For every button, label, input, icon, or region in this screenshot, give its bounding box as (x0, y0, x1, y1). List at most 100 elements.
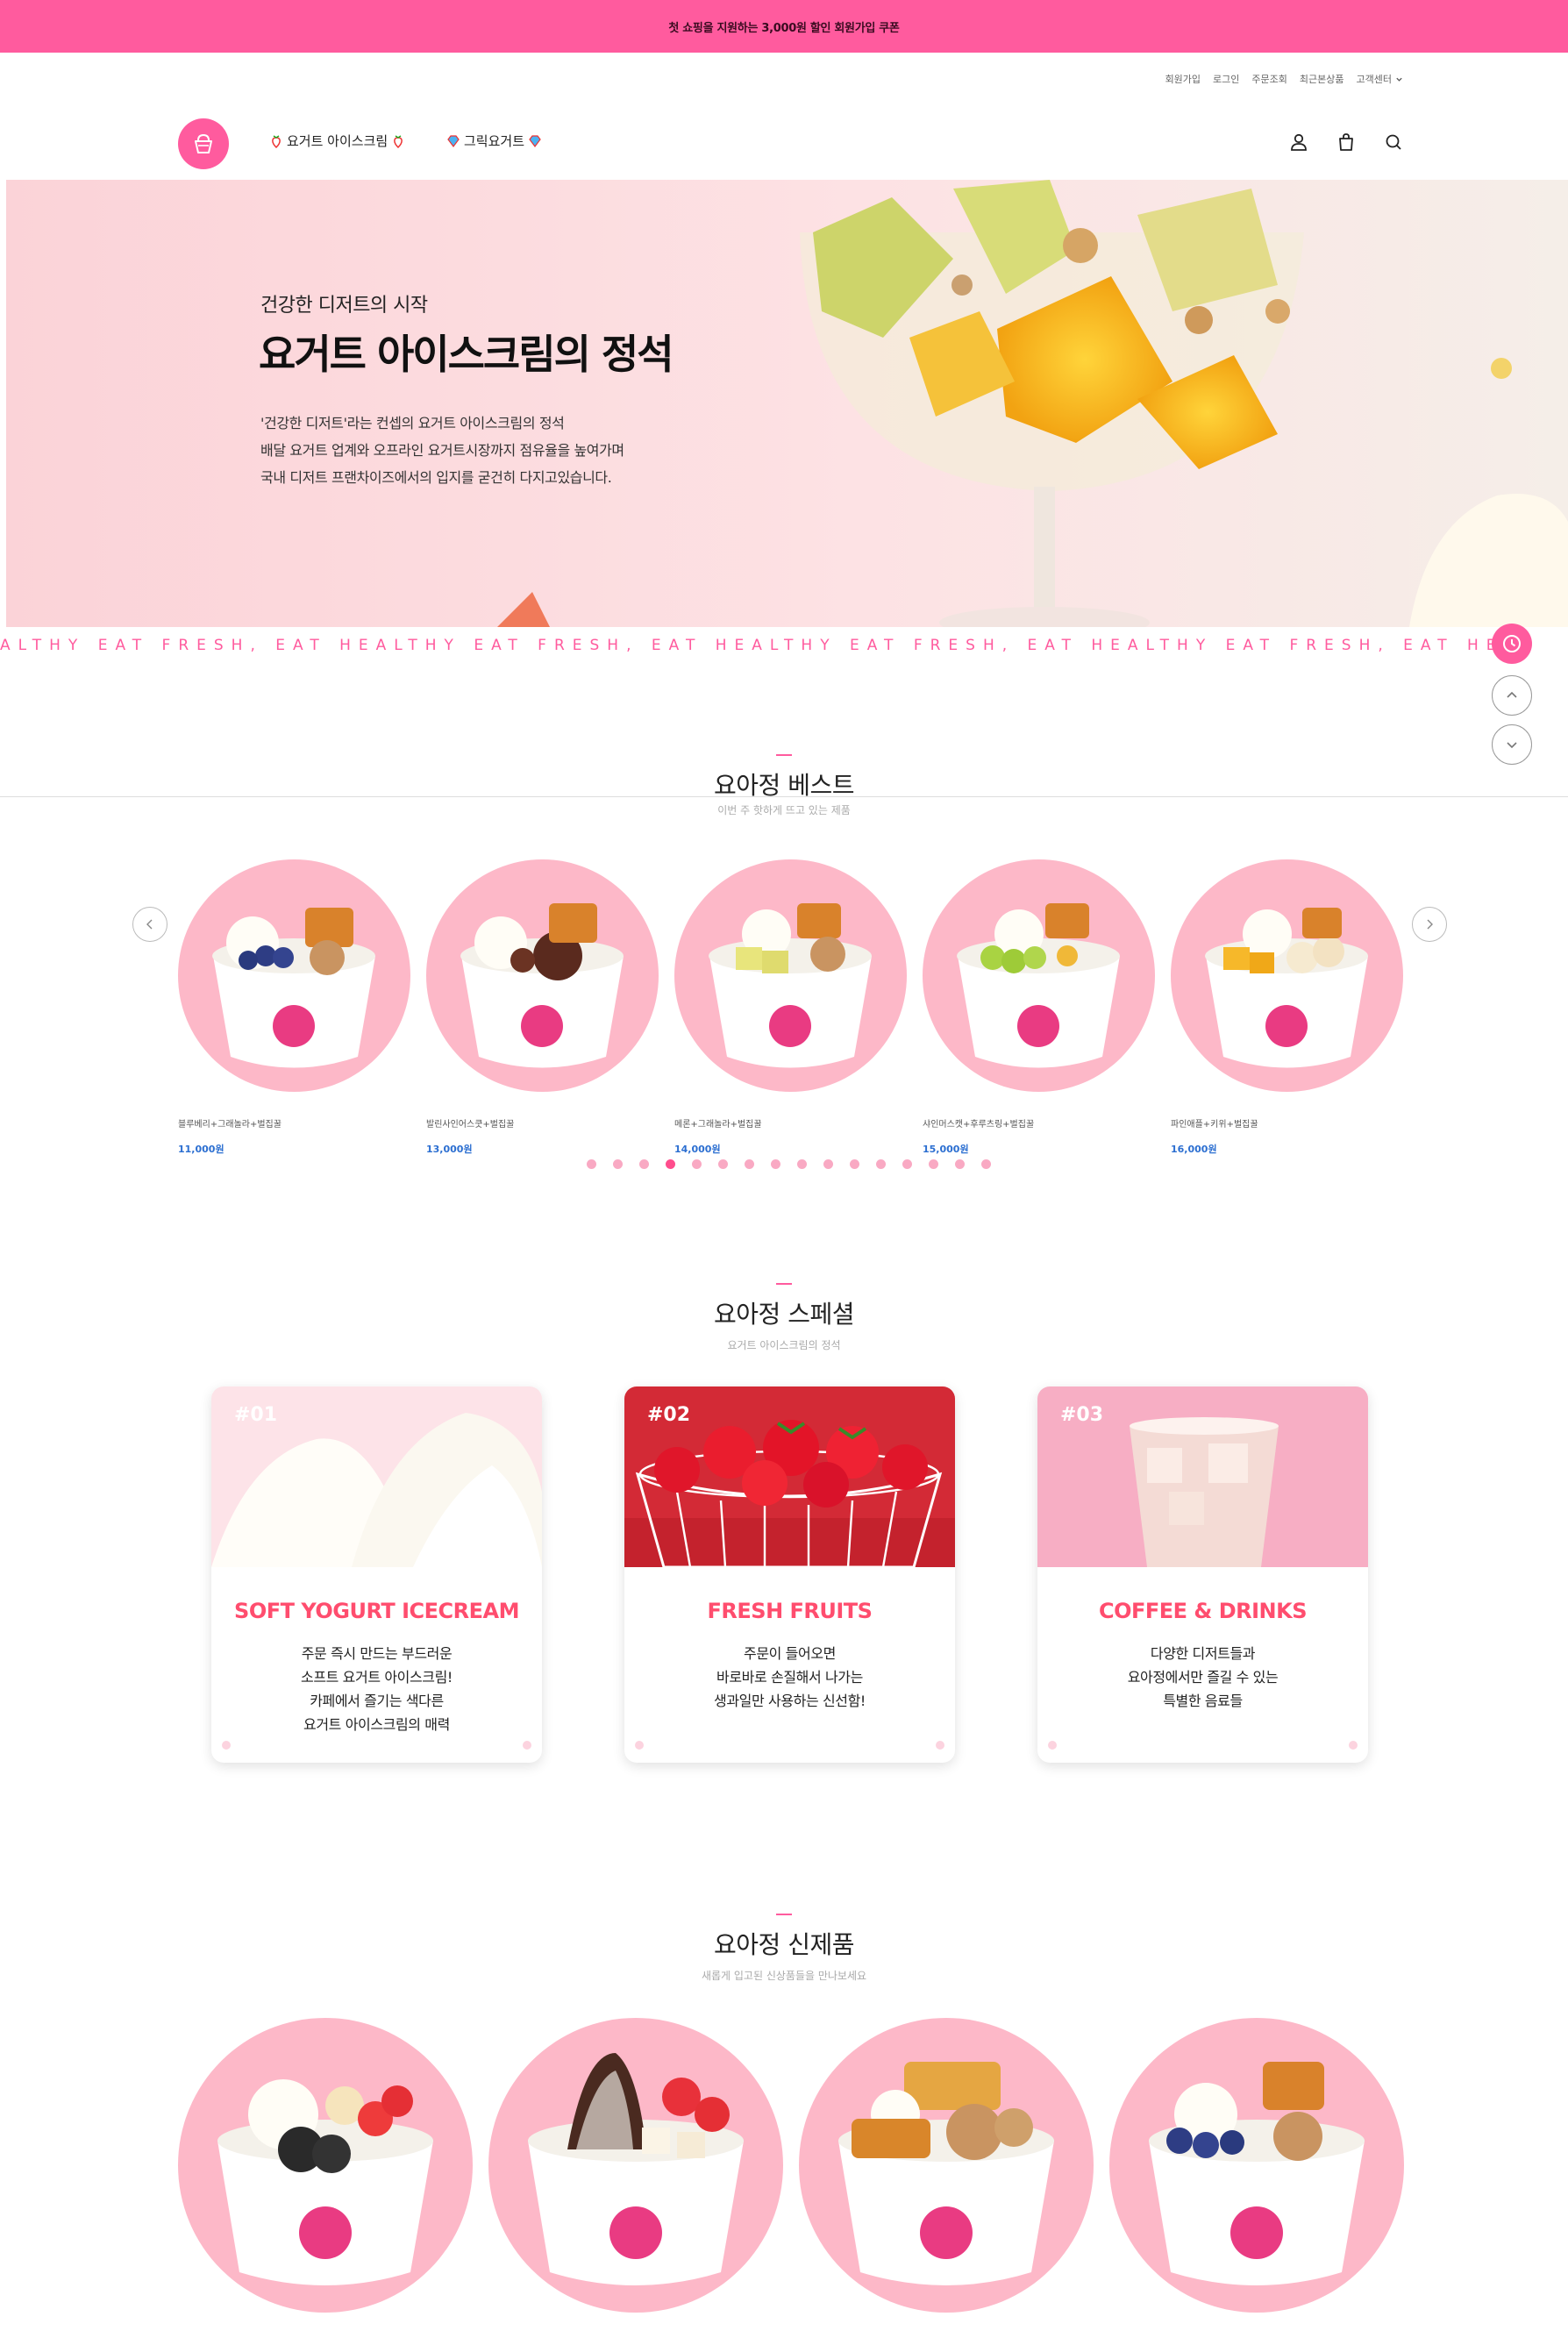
card-desc-line: 생과일만 사용하는 신선함! (714, 1693, 866, 1709)
pagination-dot[interactable] (850, 1159, 859, 1169)
nav-yogurt-icecream[interactable]: 요거트 아이스크림 (269, 132, 405, 150)
carousel-prev-button[interactable] (132, 907, 167, 942)
best-product-card[interactable]: 파인애플+키위+벌집꿀 16,000원 (1171, 859, 1403, 1156)
product-price: 15,000원 (923, 1144, 969, 1155)
pagination-dot[interactable] (666, 1159, 675, 1169)
signup-link[interactable]: 회원가입 (1165, 72, 1201, 86)
top-promo-banner[interactable]: 첫 쇼핑을 지원하는 3,000원 할인 회원가입 쿠폰 (0, 0, 1568, 53)
product-name: 파인애플+키위+벌집꿀 (1171, 1120, 1258, 1130)
card-desc-line: 소프트 요거트 아이스크림! (301, 1669, 453, 1686)
product-name: 메론+그래놀라+벌집꿀 (674, 1120, 762, 1130)
pagination-dot[interactable] (771, 1159, 780, 1169)
utility-links: 회원가입 로그인 주문조회 최근본상품 고객센터 (1165, 72, 1403, 86)
pagination-dot[interactable] (692, 1159, 702, 1169)
best-product-card[interactable]: 샤인머스캣+후루츠링+벌집꿀 15,000원 (923, 859, 1155, 1156)
new-product-image (528, 2053, 744, 2285)
pagination-dot[interactable] (929, 1159, 938, 1169)
pagination-dot[interactable] (902, 1159, 912, 1169)
gem-icon (447, 134, 460, 147)
pagination-dot[interactable] (745, 1159, 754, 1169)
hero-desc-line: '건강한 디저트'라는 컨셉의 요거트 아이스크림의 정석 (260, 415, 565, 431)
customer-center-label: 고객센터 (1356, 74, 1392, 85)
pagination-dot[interactable] (718, 1159, 728, 1169)
pagination-dot[interactable] (587, 1159, 596, 1169)
best-product-card[interactable]: 블루베리+그래놀라+벌집꿀 11,000원 (178, 859, 410, 1156)
best-product-card[interactable]: 메론+그래놀라+벌집꿀 14,000원 (674, 859, 907, 1156)
pagination-dot[interactable] (797, 1159, 807, 1169)
section-subtitle: 요거트 아이스크림의 정석 (727, 1339, 841, 1351)
recent-items-link[interactable]: 최근본상품 (1300, 72, 1344, 86)
special-card[interactable]: #03 COFFEE & DRINKS 다양한 디저트들과 요아정에서만 즐길 … (1037, 1386, 1368, 1763)
product-image (178, 859, 410, 1092)
scroll-top-button[interactable] (1492, 675, 1532, 716)
section-divider (0, 796, 1568, 797)
card-deco-dot (222, 1741, 231, 1750)
pagination-dot[interactable] (955, 1159, 965, 1169)
strawberry-icon (394, 134, 403, 148)
slogan-marquee: ALTHY EAT FRESH, EAT HEALTHY EAT FRESH, … (0, 637, 1504, 654)
new-product-image (1149, 2062, 1365, 2285)
hero-description: '건강한 디저트'라는 컨셉의 요거트 아이스크림의 정석 배달 요거트 업계와… (260, 410, 624, 491)
nav-label: 그릭요거트 (464, 133, 525, 149)
search-icon[interactable] (1383, 132, 1404, 153)
best-section-header: 요아정 베스트 (0, 754, 1568, 802)
special-card[interactable]: #01 SOFT YOGURT ICECREAM 주문 즉시 만드는 부드러운 … (211, 1386, 542, 1763)
section-subtitle: 이번 주 핫하게 뜨고 있는 제품 (717, 804, 851, 816)
card-number: #03 (1060, 1404, 1104, 1426)
new-product-card[interactable] (799, 2018, 1094, 2313)
special-section-header: 요아정 스페셜 요거트 아이스크림의 정석 (0, 1283, 1568, 1352)
product-price: 13,000원 (426, 1144, 473, 1155)
new-product-card[interactable] (1109, 2018, 1404, 2313)
order-lookup-link[interactable]: 주문조회 (1251, 72, 1286, 86)
card-desc-line: 주문이 들어오면 (744, 1645, 836, 1662)
product-price: 11,000원 (178, 1144, 225, 1155)
header-actions (1288, 132, 1404, 153)
new-product-card[interactable] (178, 2018, 473, 2313)
card-desc-line: 바로바로 손질해서 나가는 (716, 1669, 863, 1686)
chevron-down-icon (1396, 77, 1402, 82)
card-deco-dot (523, 1741, 531, 1750)
pagination-dot[interactable] (981, 1159, 991, 1169)
product-name: 샤인머스캣+후루츠링+벌집꿀 (923, 1120, 1035, 1130)
special-card[interactable]: #02 FRESH FRUITS 주문이 들어오면 바로바로 손질해서 나가는 … (624, 1386, 955, 1763)
card-deco-dot (936, 1741, 944, 1750)
pagination-dot[interactable] (876, 1159, 886, 1169)
chevron-up-icon (1507, 691, 1517, 698)
pagination-dot[interactable] (823, 1159, 833, 1169)
title-accent-bar (776, 1283, 792, 1285)
hero-dessert-image (6, 180, 1568, 627)
new-product-image (838, 2062, 1054, 2285)
shopping-bag-icon[interactable] (1336, 132, 1357, 153)
card-description: 주문이 들어오면 바로바로 손질해서 나가는 생과일만 사용하는 신선함! (624, 1642, 955, 1713)
nav-greek-yogurt[interactable]: 그릭요거트 (446, 132, 542, 150)
card-desc-line: 요아정에서만 즐길 수 있는 (1127, 1669, 1279, 1686)
carousel-next-button[interactable] (1412, 907, 1447, 942)
section-title: 요아정 스페셜 (714, 1300, 854, 1329)
title-accent-bar (776, 754, 792, 756)
user-icon[interactable] (1288, 132, 1309, 153)
product-name: 블루베리+그래놀라+벌집꿀 (178, 1120, 282, 1130)
hero-desc-line: 배달 요거트 업계와 오프라인 요거트시장까지 점유율을 높여가며 (260, 442, 624, 459)
new-product-image (217, 2079, 433, 2285)
gem-icon (529, 134, 541, 147)
best-section-subtitle-wrap: 이번 주 핫하게 뜨고 있는 제품 (0, 802, 1568, 817)
pagination-dot[interactable] (613, 1159, 623, 1169)
customer-center-dropdown[interactable]: 고객센터 (1357, 72, 1403, 86)
title-accent-bar (776, 1914, 792, 1915)
section-title: 요아정 신제품 (714, 1930, 854, 1959)
card-number: #01 (234, 1404, 278, 1426)
card-desc-line: 카페에서 즐기는 색다른 (310, 1693, 444, 1709)
section-subtitle: 새롭게 입고된 신상품들을 만나보세요 (701, 1970, 867, 1982)
hero-banner[interactable]: 건강한 디저트의 시작 요거트 아이스크림의 정석 '건강한 디저트'라는 컨셉… (6, 180, 1568, 627)
site-logo[interactable] (178, 118, 229, 169)
card-title: FRESH FRUITS (707, 1599, 873, 1623)
card-description: 다양한 디저트들과 요아정에서만 즐길 수 있는 특별한 음료들 (1037, 1642, 1368, 1713)
new-product-card[interactable] (488, 2018, 783, 2313)
hero-subtitle: 건강한 디저트의 시작 (260, 295, 428, 317)
best-product-card[interactable]: 발린사인어스쿳+벌집꿀 13,000원 (426, 859, 659, 1156)
card-number: #02 (647, 1404, 691, 1426)
recent-view-button[interactable] (1492, 624, 1532, 664)
promo-text: 첫 쇼핑을 지원하는 3,000원 할인 회원가입 쿠폰 (668, 21, 900, 35)
pagination-dot[interactable] (639, 1159, 649, 1169)
login-link[interactable]: 로그인 (1213, 72, 1239, 86)
